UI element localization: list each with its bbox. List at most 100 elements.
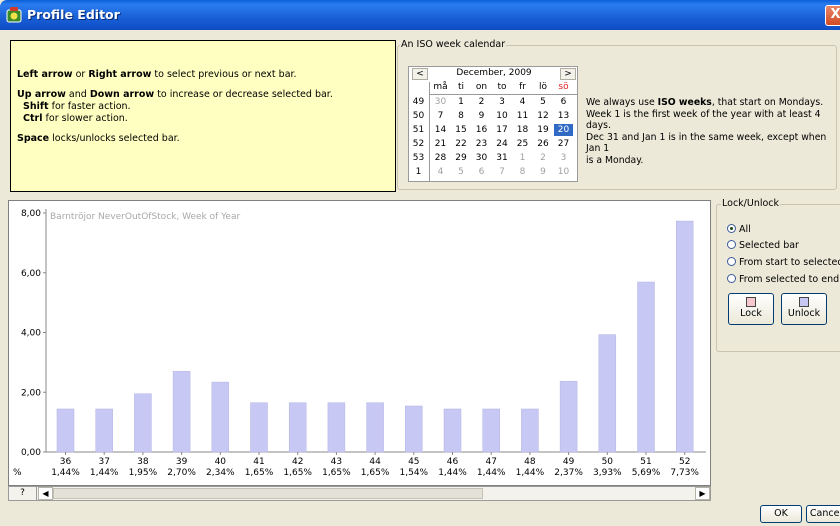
chart-bar[interactable] bbox=[250, 402, 268, 453]
chart-bar[interactable] bbox=[172, 371, 191, 453]
calendar-day[interactable]: 1 bbox=[513, 152, 532, 164]
unlock-button[interactable]: Unlock bbox=[781, 293, 827, 325]
calendar-day[interactable]: 25 bbox=[513, 138, 532, 150]
radio-dot bbox=[727, 257, 736, 266]
calendar-day[interactable]: 5 bbox=[534, 96, 553, 108]
chart-bar[interactable] bbox=[637, 281, 655, 453]
chart-bar[interactable] bbox=[211, 381, 230, 453]
calendar-day[interactable]: 8 bbox=[513, 166, 532, 178]
calendar-day[interactable]: 15 bbox=[452, 124, 471, 136]
week-number: 51 bbox=[412, 125, 425, 135]
calendar-day[interactable]: 1 bbox=[452, 96, 471, 108]
lock-button[interactable]: Lock bbox=[728, 293, 774, 325]
calendar-day[interactable]: 2 bbox=[472, 96, 491, 108]
title-bar[interactable]: Profile Editor X bbox=[0, 0, 840, 30]
calendar-day[interactable]: 9 bbox=[472, 110, 491, 122]
week-number: 52 bbox=[412, 139, 425, 149]
calendar-day[interactable]: 10 bbox=[554, 166, 573, 178]
chart-bar[interactable] bbox=[134, 393, 152, 453]
calendar-day[interactable]: 7 bbox=[493, 166, 512, 178]
calendar-day[interactable]: 21 bbox=[431, 138, 450, 150]
radio-start-to-selected[interactable]: From start to selected bbox=[727, 257, 840, 268]
calendar-day[interactable]: 26 bbox=[534, 138, 553, 150]
calendar-day[interactable]: 31 bbox=[493, 152, 512, 164]
calendar-day[interactable]: 27 bbox=[554, 138, 573, 150]
percent-label: 1,65% bbox=[322, 468, 351, 478]
calendar-day[interactable]: 11 bbox=[513, 110, 532, 122]
x-tick-label: 45 bbox=[408, 457, 419, 467]
calendar-day[interactable]: 6 bbox=[554, 96, 573, 108]
calendar-day[interactable]: 3 bbox=[554, 152, 573, 164]
weekday-header: to bbox=[497, 82, 507, 92]
x-tick-label: 42 bbox=[292, 457, 303, 467]
calendar-day[interactable]: 29 bbox=[452, 152, 471, 164]
help-line-shift: Shift for faster action. bbox=[23, 101, 131, 112]
close-button[interactable]: X bbox=[825, 5, 840, 26]
calendar-day[interactable]: 13 bbox=[554, 110, 573, 122]
info-line-2: Week 1 is the first week of the year wit… bbox=[586, 108, 821, 132]
calendar-day[interactable]: 19 bbox=[534, 124, 553, 136]
horizontal-scrollbar[interactable]: ? ◀ ▶ bbox=[8, 486, 711, 501]
radio-dot bbox=[727, 240, 736, 249]
bar-chart[interactable]: 0,00 2,00 4,00 6,00 8,00 Barntröjor NeverOutO… bbox=[9, 201, 710, 485]
help-question-button[interactable]: ? bbox=[9, 487, 37, 500]
calendar-day[interactable]: 2 bbox=[534, 152, 553, 164]
calendar-day[interactable]: 14 bbox=[431, 124, 450, 136]
calendar-day[interactable]: 28 bbox=[431, 152, 450, 164]
calendar-header-divider bbox=[429, 94, 577, 95]
calendar-day[interactable]: 3 bbox=[493, 96, 512, 108]
scroll-right-arrow[interactable]: ▶ bbox=[695, 487, 710, 500]
calendar-day[interactable]: 24 bbox=[493, 138, 512, 150]
chart-bar[interactable] bbox=[405, 405, 423, 453]
calendar-day[interactable]: 4 bbox=[513, 96, 532, 108]
calendar-day[interactable]: 8 bbox=[452, 110, 471, 122]
help-line-space: Space locks/unlocks selected bar. bbox=[17, 133, 180, 144]
percent-label: 1,95% bbox=[129, 468, 158, 478]
chart-bar[interactable] bbox=[366, 402, 384, 453]
chart-bar[interactable] bbox=[327, 402, 346, 453]
chart-bar[interactable] bbox=[95, 408, 113, 453]
calendar-day[interactable]: 30 bbox=[472, 152, 491, 164]
prev-month-button[interactable]: < bbox=[412, 68, 428, 80]
chart-bar[interactable] bbox=[559, 380, 578, 453]
calendar-day[interactable]: 12 bbox=[534, 110, 553, 122]
chart-bar[interactable] bbox=[288, 402, 307, 453]
chart-bar[interactable] bbox=[598, 334, 617, 453]
percent-label: 1,54% bbox=[400, 468, 429, 478]
scroll-thumb[interactable] bbox=[53, 488, 483, 499]
percent-label: 1,65% bbox=[245, 468, 274, 478]
calendar-day[interactable]: 17 bbox=[493, 124, 512, 136]
calendar-day[interactable]: 4 bbox=[431, 166, 450, 178]
percent-label: 1,44% bbox=[90, 468, 119, 478]
calendar-day[interactable]: 23 bbox=[472, 138, 491, 150]
cancel-button[interactable]: Cancel bbox=[806, 505, 840, 523]
chart-bar[interactable] bbox=[521, 408, 539, 453]
next-month-button[interactable]: > bbox=[560, 68, 576, 80]
x-tick-label: 43 bbox=[331, 457, 342, 467]
x-tick-label: 49 bbox=[563, 457, 575, 467]
calendar-day[interactable]: 18 bbox=[513, 124, 532, 136]
chart-bar[interactable] bbox=[675, 220, 694, 453]
calendar-day[interactable]: 30 bbox=[431, 96, 450, 108]
ok-button[interactable]: OK bbox=[760, 505, 802, 523]
lock-unlock-group: Lock/Unlock All Selected bar From start … bbox=[716, 198, 840, 352]
chart-bar[interactable] bbox=[482, 408, 500, 453]
scroll-left-arrow[interactable]: ◀ bbox=[38, 487, 53, 500]
radio-selected-bar[interactable]: Selected bar bbox=[727, 240, 799, 251]
radio-selected-to-end[interactable]: From selected to end bbox=[727, 274, 839, 285]
profile-chart-panel[interactable]: 0,00 2,00 4,00 6,00 8,00 Barntröjor NeverOutO… bbox=[8, 200, 711, 486]
calendar-day[interactable]: 6 bbox=[472, 166, 491, 178]
chart-bar[interactable] bbox=[443, 408, 462, 453]
radio-all[interactable]: All bbox=[727, 224, 751, 235]
calendar-day[interactable]: 10 bbox=[493, 110, 512, 122]
calendar-day[interactable]: 9 bbox=[534, 166, 553, 178]
y-tick-label: 6,00 bbox=[21, 269, 41, 279]
calendar-day[interactable]: 22 bbox=[452, 138, 471, 150]
calendar-day[interactable]: 20 bbox=[554, 124, 573, 136]
calendar-day[interactable]: 7 bbox=[431, 110, 450, 122]
chart-bar[interactable] bbox=[56, 408, 75, 453]
calendar-day[interactable]: 16 bbox=[472, 124, 491, 136]
iso-week-calendar[interactable]: < December, 2009 > må ti on to fr lö sö 49 30 1 2 3… bbox=[408, 66, 578, 182]
calendar-day[interactable]: 5 bbox=[452, 166, 471, 178]
unlock-icon bbox=[799, 297, 809, 307]
